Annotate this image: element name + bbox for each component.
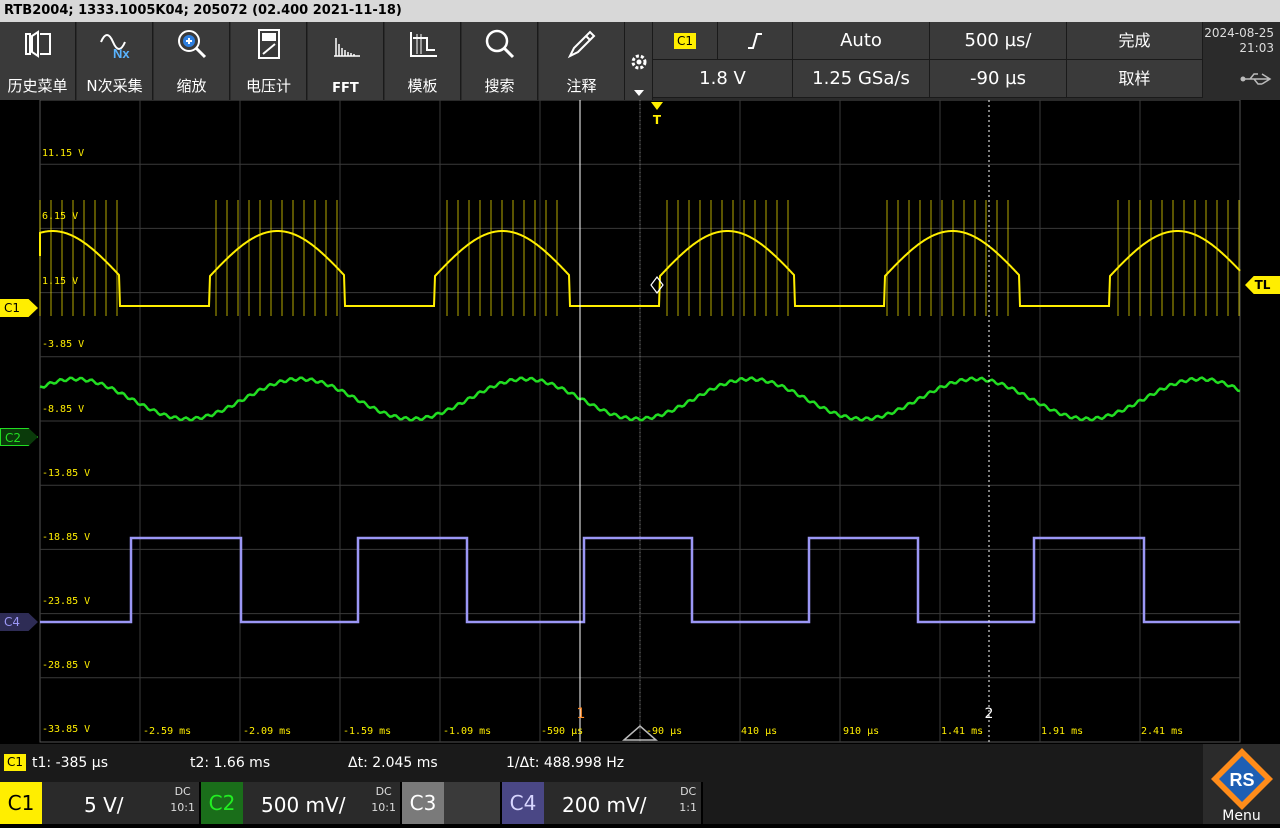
channel-scale-c1: 5 V/ — [84, 793, 124, 817]
channel-coupling-c1: DC 10:1 — [170, 785, 195, 814]
y-label: -23.85 V — [42, 596, 91, 607]
zoom-icon — [178, 30, 207, 59]
cursor1-marker[interactable]: 1 — [575, 706, 587, 722]
x-label: -2.09 ms — [243, 726, 292, 737]
x-label: 910 µs — [843, 726, 880, 737]
cursor2-marker[interactable]: 2 — [983, 706, 995, 722]
channel-scale-c4: 200 mV/ — [562, 793, 647, 817]
title-bar: RTB2004; 1333.1005K04; 205072 (02.400 20… — [0, 0, 1280, 22]
search-button[interactable]: 搜索 — [462, 22, 538, 100]
channel-label-c3: C3 — [402, 782, 444, 824]
trigger-position-marker[interactable]: T — [651, 113, 663, 127]
x-label: -90 µs — [646, 726, 683, 737]
sample-rate[interactable]: 1.25 GSa/s — [793, 60, 930, 98]
cursor-t1: t1: -385 µs — [32, 755, 108, 771]
x-label: -2.59 ms — [143, 726, 192, 737]
channel-box-c4[interactable]: C4 200 mV/ DC 1:1 — [502, 782, 703, 824]
mask-label: 模板 — [407, 77, 438, 95]
history-icon — [25, 30, 51, 58]
time-text: 21:03 — [1239, 41, 1274, 55]
cursor-source-badge[interactable]: C1 — [4, 754, 27, 771]
channel-coupling-c4: DC 1:1 — [679, 785, 697, 814]
channel-box-c1[interactable]: C1 5 V/ DC 10:1 — [0, 782, 201, 824]
gear-icon — [631, 54, 647, 70]
trigger-arrow-icon — [651, 102, 663, 110]
channel-bar: C1 5 V/ DC 10:1 C2 500 mV/ DC 10:1 C3 C4 2… — [0, 782, 1280, 824]
rohde-schwarz-logo-icon: RS — [1211, 748, 1273, 810]
nx-acquisition-icon: Nx — [100, 34, 130, 60]
y-label: -18.85 V — [42, 532, 91, 543]
annotation-label: 注释 — [566, 77, 597, 95]
mask-icon — [410, 32, 437, 57]
timebase-button[interactable]: 500 µs/ — [930, 22, 1067, 60]
acquisition-mode[interactable]: 取样 — [1067, 60, 1203, 98]
x-label: -590 µs — [541, 726, 584, 737]
svg-text:RS: RS — [1229, 770, 1254, 790]
waveform-display[interactable]: 11.15 V 6.15 V 1.15 V -3.85 V -8.85 V -1… — [0, 100, 1280, 744]
zoom-button[interactable]: 缩放 — [154, 22, 230, 100]
y-label: -3.85 V — [42, 339, 85, 350]
search-label: 搜索 — [484, 77, 515, 95]
cursor-inverse-delta-t: 1/Δt: 488.998 Hz — [506, 755, 625, 771]
y-label: 11.15 V — [42, 148, 85, 159]
voltmeter-icon — [258, 29, 280, 59]
waveform-canvas — [39, 100, 1241, 743]
channel-scale-c2: 500 mV/ — [261, 793, 346, 817]
fft-label: FFT — [332, 81, 359, 96]
annotation-pen-icon — [567, 30, 596, 59]
menu-label: Menu — [1222, 808, 1261, 824]
horizontal-position[interactable]: -90 µs — [930, 60, 1067, 98]
channel-box-c3[interactable]: C3 — [402, 782, 502, 824]
channel-label-c4: C4 — [502, 782, 544, 824]
x-label: -1.09 ms — [443, 726, 492, 737]
acquisition-state[interactable]: 完成 — [1067, 22, 1203, 60]
trigger-source-button[interactable]: C1 — [653, 22, 718, 60]
x-label: 2.41 ms — [1141, 726, 1184, 737]
mask-button[interactable]: 模板 — [385, 22, 461, 100]
channel-box-c2[interactable]: C2 500 mV/ DC 10:1 — [201, 782, 402, 824]
trigger-mode-button[interactable]: Auto — [793, 22, 930, 60]
channel-coupling-c2: DC 10:1 — [371, 785, 396, 814]
nx-acquisition-button[interactable]: Nx N次采集 — [77, 22, 153, 100]
rising-edge-icon — [748, 33, 762, 49]
y-label: -33.85 V — [42, 724, 91, 735]
fft-button[interactable]: FFT — [308, 22, 384, 100]
channel-label-c2: C2 — [201, 782, 243, 824]
settings-button[interactable] — [625, 22, 653, 100]
channel-label-c1: C1 — [0, 782, 42, 824]
menu-button[interactable]: RS Menu — [1203, 744, 1280, 824]
trigger-level-button[interactable]: 1.8 V — [653, 60, 793, 98]
x-label: 410 µs — [741, 726, 778, 737]
trigger-point-icon — [650, 276, 664, 294]
fft-icon — [334, 38, 360, 57]
zoom-label: 缩放 — [176, 77, 207, 95]
svg-text:Nx: Nx — [113, 46, 130, 60]
cursor-delta-t: Δt: 2.045 ms — [348, 755, 438, 771]
cursor-measurement-bar: C1 t1: -385 µs t2: 1.66 ms Δt: 2.045 ms … — [0, 744, 1280, 782]
chevron-down-icon — [634, 90, 644, 96]
history-button[interactable]: 历史菜单 — [0, 22, 76, 100]
trigger-slope-button[interactable] — [718, 22, 793, 60]
y-label: -8.85 V — [42, 404, 85, 415]
voltmeter-button[interactable]: 电压计 — [231, 22, 307, 100]
cursor-t2: t2: 1.66 ms — [190, 755, 271, 771]
y-label: -28.85 V — [42, 660, 91, 671]
nx-acquisition-label: N次采集 — [86, 77, 143, 95]
annotation-button[interactable]: 注释 — [539, 22, 625, 100]
x-label: 1.91 ms — [1041, 726, 1084, 737]
trigger-source-badge: C1 — [673, 33, 696, 49]
history-label: 历史菜单 — [7, 77, 68, 95]
x-label: -1.59 ms — [343, 726, 392, 737]
y-label: 6.15 V — [42, 211, 79, 222]
y-label: 1.15 V — [42, 276, 79, 287]
voltmeter-label: 电压计 — [245, 77, 291, 95]
y-label: -13.85 V — [42, 468, 91, 479]
date-text: 2024-08-25 — [1204, 26, 1274, 40]
search-icon — [485, 29, 515, 59]
x-label: 1.41 ms — [941, 726, 984, 737]
datetime-display: 2024-08-25 21:03 — [1203, 22, 1280, 100]
usb-icon — [1240, 73, 1272, 85]
